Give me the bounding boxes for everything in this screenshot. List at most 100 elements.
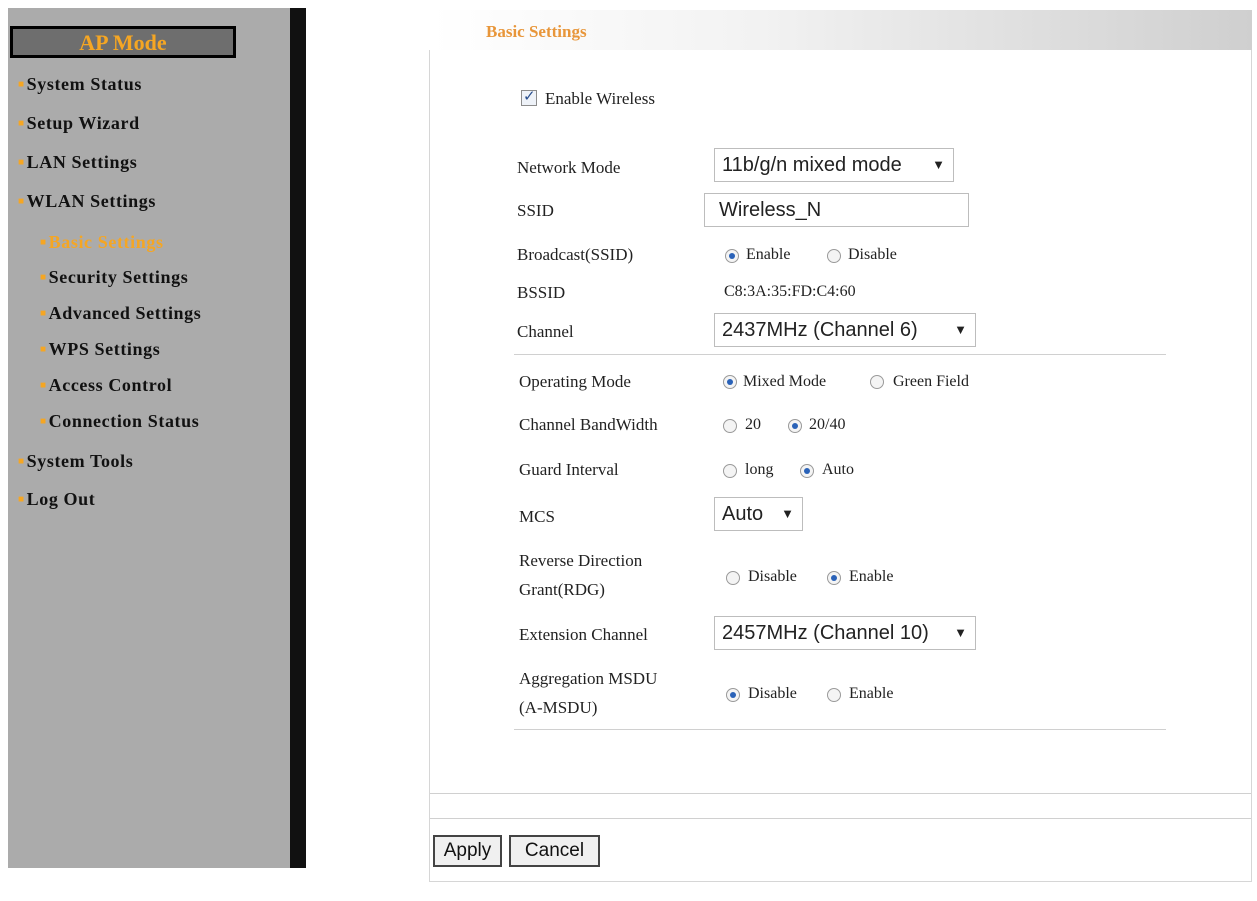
guard-interval-long-label: long — [745, 461, 774, 478]
mcs-label: MCS — [519, 507, 555, 526]
nav-system-tools[interactable]: ■ System Tools — [18, 451, 133, 472]
button-area-divider — [430, 818, 1251, 819]
bullet-icon: ■ — [18, 157, 25, 168]
operating-mode-greenfield-radio[interactable] — [870, 375, 884, 389]
chevron-down-icon: ▼ — [932, 157, 945, 172]
bssid-value: C8:3A:35:FD:C4:60 — [724, 283, 856, 300]
channel-value: 2437MHz (Channel 6) — [722, 319, 918, 341]
rdg-enable-label: Enable — [849, 568, 894, 585]
extension-channel-value: 2457MHz (Channel 10) — [722, 622, 929, 644]
section-divider — [514, 729, 1166, 730]
nav-label: Security Settings — [48, 267, 189, 287]
broadcast-label: Broadcast(SSID) — [517, 245, 634, 264]
page-title: Basic Settings — [486, 22, 587, 41]
bullet-icon: ■ — [40, 416, 47, 427]
broadcast-disable-radio[interactable] — [827, 249, 841, 263]
nav-label: Log Out — [26, 489, 96, 509]
broadcast-enable-radio[interactable] — [725, 249, 739, 263]
nav-setup-wizard[interactable]: ■ Setup Wizard — [18, 113, 140, 134]
broadcast-enable-label: Enable — [746, 246, 791, 263]
rdg-enable-radio[interactable] — [827, 571, 841, 585]
sidebar-divider — [290, 8, 306, 868]
nav-system-status[interactable]: ■ System Status — [18, 74, 142, 95]
nav-label: System Status — [26, 74, 142, 94]
mcs-value: Auto — [722, 503, 764, 525]
amsdu-label-line1: Aggregation MSDU — [519, 669, 658, 688]
nav-label: WLAN Settings — [26, 191, 156, 211]
amsdu-enable-radio[interactable] — [827, 688, 841, 702]
rdg-disable-radio[interactable] — [726, 571, 740, 585]
bandwidth-2040-label: 20/40 — [809, 416, 846, 433]
amsdu-label-line2: (A-MSDU) — [519, 698, 598, 717]
bullet-icon: ■ — [40, 344, 47, 355]
mode-title: AP Mode — [10, 26, 236, 58]
header-bar: Basic Settings — [432, 10, 1252, 50]
channel-label: Channel — [517, 322, 574, 341]
bandwidth-20-radio[interactable] — [723, 419, 737, 433]
chevron-down-icon: ▼ — [781, 506, 794, 521]
nav-label: Connection Status — [48, 411, 200, 431]
bullet-icon: ■ — [18, 494, 25, 505]
apply-button[interactable]: Apply — [433, 835, 502, 867]
nav-basic-settings[interactable]: ■ Basic Settings — [40, 232, 164, 253]
bullet-icon: ■ — [18, 196, 25, 207]
network-mode-select[interactable]: 11b/g/n mixed mode ▼ — [714, 148, 954, 182]
operating-mode-label: Operating Mode — [519, 372, 631, 391]
amsdu-enable-label: Enable — [849, 685, 894, 702]
enable-wireless-label: Enable Wireless — [545, 89, 655, 108]
network-mode-label: Network Mode — [517, 158, 621, 177]
rdg-label-line1: Reverse Direction — [519, 551, 643, 570]
bullet-icon: ■ — [18, 118, 25, 129]
nav-label: Access Control — [48, 375, 173, 395]
nav-label: Advanced Settings — [48, 303, 202, 323]
nav-label: LAN Settings — [26, 152, 138, 172]
bullet-icon: ■ — [40, 272, 47, 283]
nav-wlan-settings[interactable]: ■ WLAN Settings — [18, 191, 156, 212]
guard-interval-long-radio[interactable] — [723, 464, 737, 478]
chevron-down-icon: ▼ — [954, 625, 967, 640]
bullet-icon: ■ — [18, 456, 25, 467]
rdg-disable-label: Disable — [748, 568, 797, 585]
button-area-divider — [430, 793, 1251, 794]
guard-interval-auto-radio[interactable] — [800, 464, 814, 478]
extension-channel-select[interactable]: 2457MHz (Channel 10) ▼ — [714, 616, 976, 650]
section-divider — [514, 354, 1166, 355]
check-icon: ✓ — [523, 87, 536, 105]
nav-security-settings[interactable]: ■ Security Settings — [40, 267, 188, 288]
cancel-button[interactable]: Cancel — [509, 835, 600, 867]
operating-mode-mixed-label: Mixed Mode — [743, 373, 827, 390]
broadcast-disable-label: Disable — [848, 246, 897, 263]
bullet-icon: ■ — [18, 79, 25, 90]
nav-wps-settings[interactable]: ■ WPS Settings — [40, 339, 160, 360]
ssid-input[interactable]: Wireless_N — [704, 193, 969, 227]
bullet-icon: ■ — [40, 308, 47, 319]
amsdu-disable-radio[interactable] — [726, 688, 740, 702]
network-mode-value: 11b/g/n mixed mode — [722, 154, 902, 176]
bssid-label: BSSID — [517, 283, 566, 302]
mcs-select[interactable]: Auto ▼ — [714, 497, 803, 531]
nav-log-out[interactable]: ■ Log Out — [18, 489, 95, 510]
nav-access-control[interactable]: ■ Access Control — [40, 375, 172, 396]
nav-label: System Tools — [26, 451, 134, 471]
extension-channel-label: Extension Channel — [519, 625, 648, 644]
nav-label: Basic Settings — [48, 232, 164, 252]
operating-mode-mixed-radio[interactable] — [723, 375, 737, 389]
amsdu-disable-label: Disable — [748, 685, 797, 702]
enable-wireless-checkbox[interactable]: ✓ — [521, 87, 537, 106]
rdg-label-line2: Grant(RDG) — [519, 580, 605, 599]
nav-advanced-settings[interactable]: ■ Advanced Settings — [40, 303, 201, 324]
bullet-icon: ■ — [40, 380, 47, 391]
guard-interval-label: Guard Interval — [519, 460, 619, 479]
chevron-down-icon: ▼ — [954, 322, 967, 337]
nav-connection-status[interactable]: ■ Connection Status — [40, 411, 199, 432]
ssid-label: SSID — [517, 201, 554, 220]
guard-interval-auto-label: Auto — [822, 461, 854, 478]
channel-select[interactable]: 2437MHz (Channel 6) ▼ — [714, 313, 976, 347]
nav-label: WPS Settings — [48, 339, 161, 359]
operating-mode-greenfield-label: Green Field — [893, 373, 969, 390]
bandwidth-label: Channel BandWidth — [519, 415, 658, 434]
bandwidth-2040-radio[interactable] — [788, 419, 802, 433]
sidebar: AP Mode ■ System Status ■ Setup Wizard ■ LA… — [8, 8, 290, 868]
bandwidth-20-label: 20 — [745, 416, 761, 433]
nav-lan-settings[interactable]: ■ LAN Settings — [18, 152, 137, 173]
